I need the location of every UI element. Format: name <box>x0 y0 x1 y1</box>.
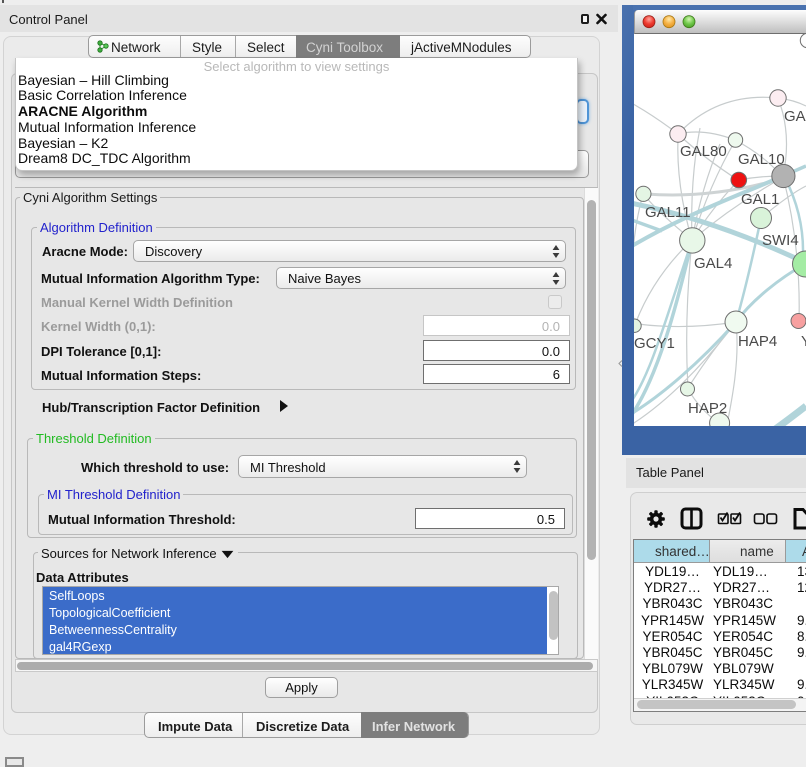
svg-text:GAL4: GAL4 <box>694 255 732 272</box>
svg-text:SWI4: SWI4 <box>762 232 799 249</box>
svg-text:GCY1: GCY1 <box>634 335 675 352</box>
svg-text:GAL10: GAL10 <box>738 151 785 168</box>
svg-text:YJ: YJ <box>801 333 806 350</box>
svg-text:GAL80: GAL80 <box>680 143 727 160</box>
svg-text:HAP2: HAP2 <box>688 400 727 417</box>
svg-text:GAL7: GAL7 <box>784 108 806 125</box>
svg-text:GAL1: GAL1 <box>741 191 779 208</box>
svg-text:GAL11: GAL11 <box>645 204 691 221</box>
svg-text:HAP4: HAP4 <box>738 333 777 350</box>
